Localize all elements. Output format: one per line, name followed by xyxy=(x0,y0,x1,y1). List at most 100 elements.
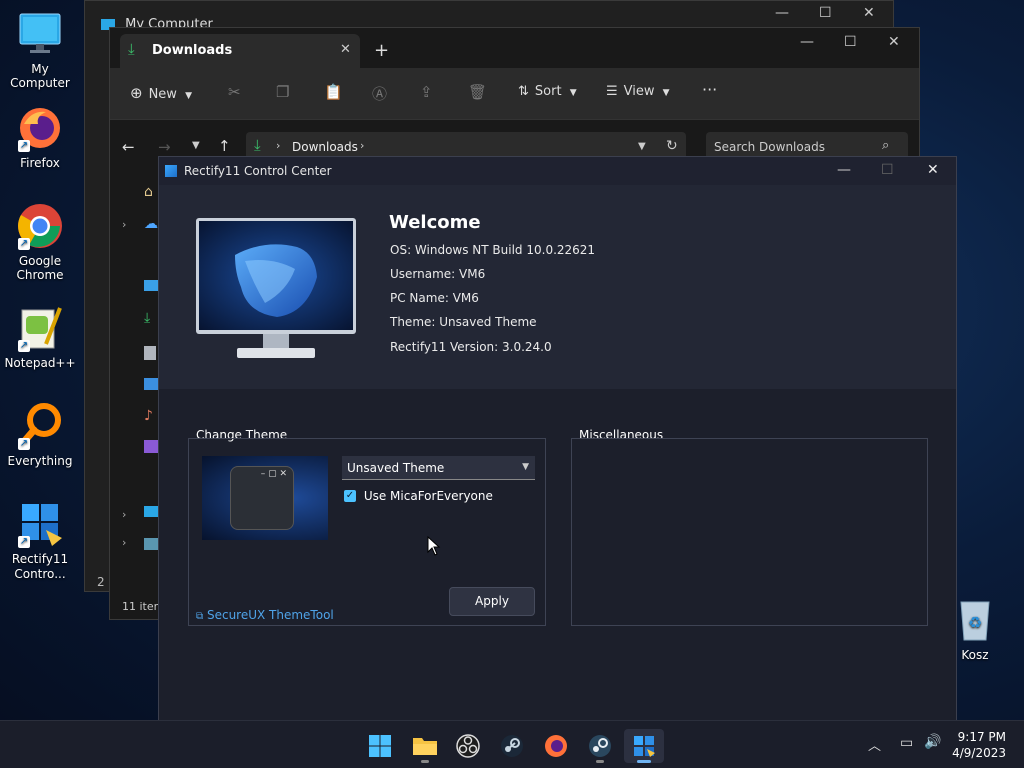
desktop-icon-label: Google Chrome xyxy=(16,254,64,282)
taskbar-rectify11[interactable] xyxy=(624,729,664,763)
steam-icon xyxy=(589,735,611,757)
close-button[interactable]: ✕ xyxy=(863,5,875,21)
mica-checkbox-row[interactable]: ✓ Use MicaForEveryone xyxy=(344,488,493,503)
download-icon: ⤓ xyxy=(254,136,261,154)
chrome-icon: ↗ xyxy=(16,202,64,250)
expand-chevron-icon[interactable]: › xyxy=(122,536,126,549)
close-button[interactable]: ✕ xyxy=(888,34,900,50)
sort-icon: ⇅ xyxy=(518,84,529,99)
shortcut-arrow-icon: ↗ xyxy=(18,340,30,352)
mica-checkbox[interactable]: ✓ xyxy=(344,489,356,502)
version-info: Rectify11 Version: 3.0.24.0 xyxy=(390,340,552,354)
clock-time: 9:17 PM xyxy=(957,730,1006,744)
recycle-bin-icon: ♻ xyxy=(951,596,999,644)
minimize-button[interactable]: — xyxy=(775,5,789,21)
expand-chevron-icon[interactable]: › xyxy=(122,218,126,231)
network-icon[interactable] xyxy=(144,538,158,550)
network-icon[interactable]: ▭ xyxy=(900,735,913,751)
desktop-icon-firefox[interactable]: ↗ Firefox xyxy=(0,104,80,170)
desktop-icon-everything[interactable]: ↗ Everything xyxy=(0,402,80,468)
expand-chevron-icon[interactable]: › xyxy=(122,508,126,521)
start-button[interactable] xyxy=(360,729,400,763)
taskbar-file-explorer[interactable] xyxy=(405,729,445,763)
desktop-icon-rectify11[interactable]: ↗ Rectify11 Contro... xyxy=(0,500,80,582)
theme-select[interactable]: Unsaved Theme ▼ xyxy=(342,456,535,480)
rectify11-control-center-window[interactable]: Rectify11 Control Center — ☐ ✕ Welcome O… xyxy=(158,156,957,729)
desktop-folder-icon[interactable] xyxy=(144,280,158,291)
forward-arrow-icon[interactable]: → xyxy=(158,138,171,156)
new-tab-button[interactable]: + xyxy=(374,40,389,61)
cut-icon[interactable]: ✂ xyxy=(228,83,241,101)
copy-icon[interactable]: ❐ xyxy=(276,83,289,101)
show-hidden-icons-button[interactable]: ︿ xyxy=(868,735,881,754)
more-options-button[interactable]: ··· xyxy=(702,80,717,99)
tab-close-icon[interactable]: ✕ xyxy=(340,42,351,57)
desktop-icon-label: Rectify11 Contro... xyxy=(11,552,69,581)
view-label: View xyxy=(623,84,655,99)
home-icon[interactable]: ⌂ xyxy=(144,184,153,200)
new-button[interactable]: ⊕ New ▼ xyxy=(130,84,192,102)
breadcrumb-downloads[interactable]: Downloads xyxy=(292,140,358,154)
taskbar-steam[interactable] xyxy=(492,729,532,763)
desktop-icon-chrome[interactable]: ↗ Google Chrome xyxy=(0,202,80,282)
desktop-icon-notepadpp[interactable]: ↗ Notepad++ xyxy=(0,304,80,370)
status-count: 2 xyxy=(97,575,105,589)
minimize-button[interactable]: — xyxy=(800,34,814,50)
sort-button[interactable]: ⇅ Sort ▼ xyxy=(518,84,577,99)
delete-icon[interactable]: 🗑 xyxy=(468,83,487,101)
this-pc-icon[interactable] xyxy=(144,506,158,517)
clock-date: 4/9/2023 xyxy=(952,746,1006,760)
securex-themetool-link[interactable]: ⧉ SecureUX ThemeTool xyxy=(196,608,334,622)
running-indicator xyxy=(596,760,604,763)
misc-group xyxy=(571,438,928,626)
download-folder-icon[interactable]: ⤓ xyxy=(144,310,150,326)
maximize-button[interactable]: ☐ xyxy=(819,5,832,21)
shortcut-arrow-icon: ↗ xyxy=(18,238,30,250)
tab-downloads[interactable]: ⤓ Downloads ✕ xyxy=(120,34,360,68)
up-arrow-icon[interactable]: ↑ xyxy=(218,137,231,155)
volume-icon[interactable]: 🔊 xyxy=(924,734,941,750)
breadcrumb-separator-icon: › xyxy=(276,139,281,152)
taskbar-firefox[interactable] xyxy=(536,729,576,763)
refresh-icon[interactable]: ↻ xyxy=(666,138,678,154)
magnifier-icon: ↗ xyxy=(16,402,64,450)
close-button[interactable]: ✕ xyxy=(927,162,939,178)
theme-select-value: Unsaved Theme xyxy=(347,461,445,475)
taskbar-obs[interactable] xyxy=(448,729,488,763)
monitor-illustration xyxy=(195,217,357,362)
apply-button[interactable]: Apply xyxy=(449,587,535,616)
desktop-icon-label: My Computer xyxy=(10,62,70,90)
mica-checkbox-label: Use MicaForEveryone xyxy=(363,488,493,503)
chevron-down-icon: ▼ xyxy=(662,88,670,98)
documents-folder-icon[interactable] xyxy=(144,346,156,360)
running-indicator xyxy=(421,760,429,763)
clock[interactable]: 9:17 PM 4/9/2023 xyxy=(952,729,1006,761)
window-title: Rectify11 Control Center xyxy=(184,164,332,178)
videos-folder-icon[interactable] xyxy=(144,440,158,453)
desktop-icon-label: Firefox xyxy=(20,156,60,170)
pictures-folder-icon[interactable] xyxy=(144,378,158,390)
desktop-icon-my-computer[interactable]: My Computer xyxy=(0,10,80,90)
recent-chevron-icon[interactable]: ▼ xyxy=(192,140,200,151)
username-info: Username: VM6 xyxy=(390,267,486,281)
rename-icon[interactable]: Ⓐ xyxy=(372,83,387,104)
cloud-icon[interactable]: ☁ xyxy=(144,216,158,232)
windows-logo-icon xyxy=(369,735,391,757)
maximize-button[interactable]: ☐ xyxy=(844,34,857,50)
minimize-button[interactable]: — xyxy=(837,162,851,178)
welcome-panel: Welcome OS: Windows NT Build 10.0.22621 … xyxy=(159,185,956,389)
maximize-button[interactable]: ☐ xyxy=(881,162,894,178)
view-icon: ☰ xyxy=(606,84,618,99)
music-folder-icon[interactable]: ♪ xyxy=(144,408,153,424)
plus-circle-icon: ⊕ xyxy=(130,84,143,102)
external-link-icon: ⧉ xyxy=(196,611,204,622)
title-bar: Rectify11 Control Center — ☐ ✕ xyxy=(159,157,956,185)
taskbar-steam-2[interactable] xyxy=(580,729,620,763)
share-icon[interactable]: ⇪ xyxy=(420,83,433,101)
paste-icon[interactable]: 📋 xyxy=(324,83,343,101)
view-button[interactable]: ☰ View ▼ xyxy=(606,84,670,99)
address-chevron-icon[interactable]: ▼ xyxy=(638,141,646,152)
theme-preview: – ▢ ✕ xyxy=(202,456,328,540)
back-arrow-icon[interactable]: ← xyxy=(122,138,135,156)
search-input[interactable]: Search Downloads xyxy=(714,140,825,154)
